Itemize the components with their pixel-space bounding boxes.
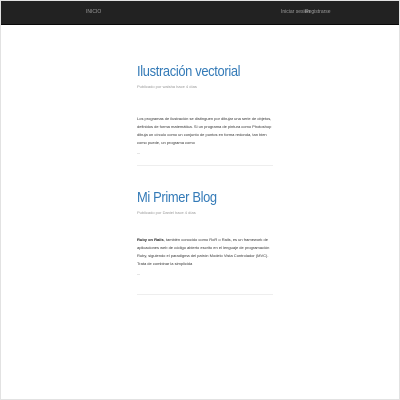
post-title-link[interactable]: Ilustración vectorial: [137, 63, 254, 81]
post-card: Ilustración vectorial Publicado por wals…: [137, 63, 273, 156]
post-excerpt-bold: Ruby on Rails: [137, 237, 164, 242]
post-card: Mi Primer Blog Publicado por Daniel hace…: [137, 189, 273, 277]
post-divider: [137, 165, 273, 166]
page: INICIO Iniciar sesión Registrarse Ilustr…: [0, 0, 400, 400]
post-divider: [137, 294, 273, 295]
home-link[interactable]: INICIO: [86, 8, 101, 16]
post-meta: Publicado por Daniel hace 4 días: [137, 210, 196, 215]
read-more-link[interactable]: ...: [137, 150, 273, 156]
post-excerpt: Los programas de ilustración se distingu…: [137, 116, 272, 145]
post-excerpt: Ruby on Rails, también conocido como RoR…: [137, 236, 273, 268]
post-title-link[interactable]: Mi Primer Blog: [137, 189, 254, 207]
top-navbar: INICIO Iniciar sesión Registrarse: [1, 1, 399, 25]
read-more-link[interactable]: ...: [137, 271, 273, 277]
post-meta: Publicado por walsha hace 4 días: [137, 84, 197, 89]
register-link[interactable]: Registrarse: [305, 8, 331, 16]
